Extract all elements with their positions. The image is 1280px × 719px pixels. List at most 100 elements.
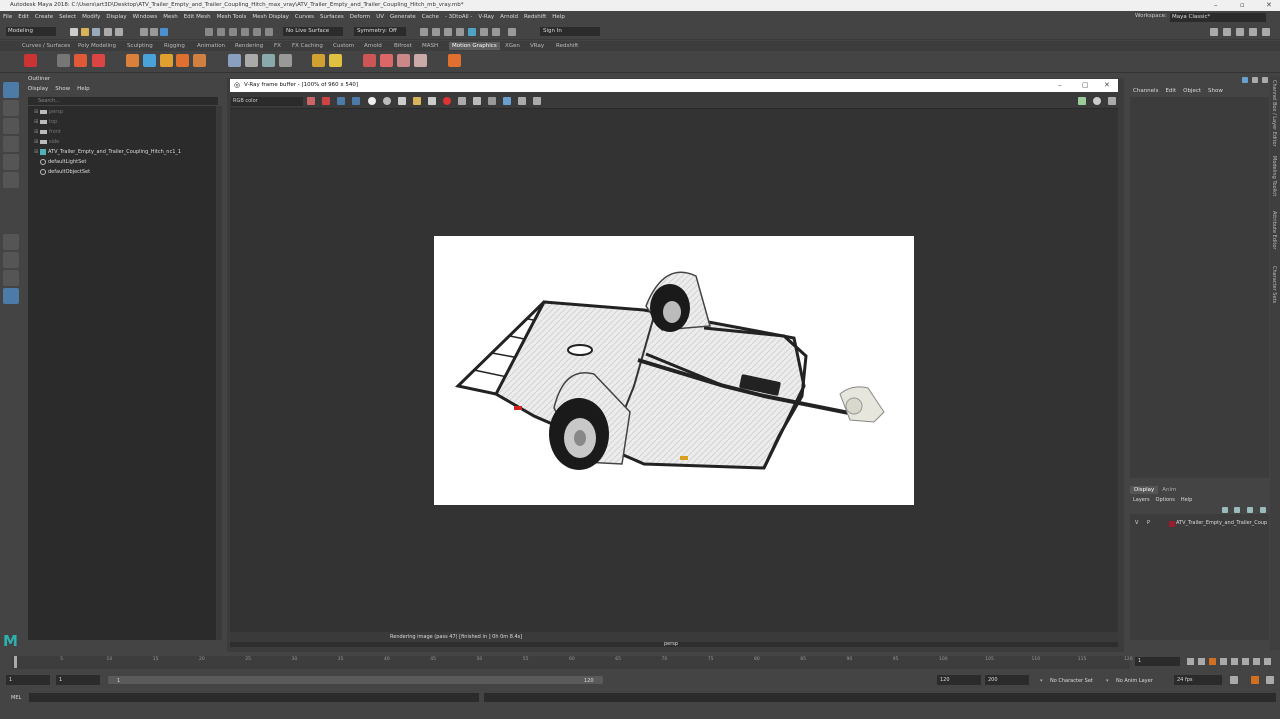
- symmetry-select[interactable]: Symmetry: Off: [354, 27, 406, 36]
- go-to-start-icon[interactable]: [1187, 658, 1194, 665]
- ms-light-icon[interactable]: [312, 54, 325, 67]
- playback-end-field[interactable]: 120: [937, 675, 981, 685]
- vfb-render-icon[interactable]: [1108, 97, 1116, 105]
- outliner-item[interactable]: defaultLightSet: [40, 158, 86, 166]
- current-frame-field[interactable]: 1: [1135, 657, 1180, 666]
- mash-distribute-icon[interactable]: [176, 54, 189, 67]
- side-tab-character-sets[interactable]: Character Sets: [1271, 266, 1277, 303]
- four-view-icon[interactable]: [3, 252, 19, 268]
- outliner-menu-help[interactable]: Help: [77, 86, 90, 92]
- snap-point-icon[interactable]: [229, 28, 237, 36]
- channel-options-icon[interactable]: [1262, 77, 1268, 83]
- layer-menu-options[interactable]: Options: [1156, 497, 1175, 503]
- shelf-settings-icon[interactable]: [24, 54, 37, 67]
- menu-arnold[interactable]: Arnold: [497, 11, 521, 23]
- channel-box-icon[interactable]: [1262, 28, 1270, 36]
- arnold-icon[interactable]: [492, 28, 500, 36]
- mash-curve-icon[interactable]: [143, 54, 156, 67]
- render-current-icon[interactable]: [432, 28, 440, 36]
- spiral-icon[interactable]: [279, 54, 292, 67]
- save-scene-icon[interactable]: [92, 28, 100, 36]
- modeling-toolkit-icon[interactable]: [1210, 28, 1218, 36]
- two-view-icon[interactable]: [3, 270, 19, 286]
- shelf-tab-redshift[interactable]: Redshift: [556, 42, 578, 50]
- outliner-item[interactable]: ⊞ front: [34, 128, 61, 136]
- type-tool-icon[interactable]: [92, 54, 105, 67]
- range-slider[interactable]: [108, 676, 603, 684]
- menu-curves[interactable]: Curves: [292, 11, 317, 23]
- menu-file[interactable]: File: [0, 11, 15, 23]
- channelbox-menu-show[interactable]: Show: [1208, 88, 1223, 94]
- step-forward-key-icon[interactable]: [1253, 658, 1260, 665]
- move-tool-icon[interactable]: [3, 136, 19, 152]
- vray-icon[interactable]: [480, 28, 488, 36]
- lasso-tool-icon[interactable]: [3, 100, 19, 116]
- auto-key-icon[interactable]: [1251, 676, 1259, 684]
- layer-row[interactable]: V P ATV_Trailer_Empty_and_Trailer_Coup: [1131, 519, 1269, 528]
- curve-warp-icon[interactable]: [245, 54, 258, 67]
- menu-cache[interactable]: Cache: [419, 11, 442, 23]
- paint-select-icon[interactable]: [3, 118, 19, 134]
- menu-surfaces[interactable]: Surfaces: [317, 11, 347, 23]
- vfb-teapot-icon[interactable]: [1078, 97, 1086, 105]
- vfb-color-correct-icon[interactable]: [518, 97, 526, 105]
- time-cursor[interactable]: [14, 656, 17, 668]
- layer-menu-layers[interactable]: Layers: [1133, 497, 1150, 503]
- shelf-tab-animation[interactable]: Animation: [197, 42, 225, 50]
- vfb-red-channel-icon[interactable]: [307, 97, 315, 105]
- shelf-tab-motion-graphics[interactable]: Motion Graphics: [449, 42, 500, 50]
- snap-live-icon[interactable]: [265, 28, 273, 36]
- vfb-close-icon[interactable]: ✕: [1104, 81, 1110, 89]
- layer-menu-help[interactable]: Help: [1181, 497, 1192, 503]
- render-view-icon[interactable]: [420, 28, 428, 36]
- vfb-alpha-channel-icon[interactable]: [352, 97, 360, 105]
- new-layer-selected-icon[interactable]: [1260, 507, 1266, 513]
- mash-repro-icon[interactable]: [193, 54, 206, 67]
- channel-sync-icon[interactable]: [1242, 77, 1248, 83]
- step-back-frame-icon[interactable]: [1209, 658, 1216, 665]
- step-back-key-icon[interactable]: [1198, 658, 1205, 665]
- fx-icon-4[interactable]: [414, 54, 427, 67]
- vfb-history-icon[interactable]: [488, 97, 496, 105]
- menu-mesh-display[interactable]: Mesh Display: [249, 11, 292, 23]
- loop-icon[interactable]: [1230, 676, 1238, 684]
- workspace-select[interactable]: Maya Classic*: [1170, 13, 1266, 22]
- fx-icon-1[interactable]: [363, 54, 376, 67]
- outliner-item[interactable]: defaultObjectSet: [40, 168, 90, 176]
- shelf-tab-fx-caching[interactable]: FX Caching: [292, 42, 323, 50]
- play-forward-icon[interactable]: [1231, 658, 1238, 665]
- outliner-search[interactable]: Search...: [28, 97, 218, 105]
- outliner-item[interactable]: ⊞ top: [34, 118, 57, 126]
- shelf-tab-sculpting[interactable]: Sculpting: [127, 42, 153, 50]
- undo-icon[interactable]: [104, 28, 112, 36]
- mash-text-icon[interactable]: [160, 54, 173, 67]
- shelf-tab-xgen[interactable]: XGen: [505, 42, 520, 50]
- menu-edit[interactable]: Edit: [15, 11, 32, 23]
- menu-generate[interactable]: Generate: [387, 11, 419, 23]
- single-view-icon[interactable]: [3, 234, 19, 250]
- menu-v-ray[interactable]: V-Ray: [475, 11, 497, 23]
- side-tab-modeling-toolkit[interactable]: Modeling Toolkit: [1271, 156, 1277, 196]
- shelf-tab-arnold[interactable]: Arnold: [364, 42, 382, 50]
- mel-label[interactable]: MEL: [11, 695, 21, 701]
- vfb-render-last-icon[interactable]: [533, 97, 541, 105]
- anim-layer-select[interactable]: No Anim Layer: [1116, 678, 1153, 684]
- layer-color-swatch[interactable]: [1169, 521, 1175, 527]
- layer-playback-toggle[interactable]: P: [1147, 519, 1150, 528]
- attribute-editor-icon[interactable]: [1236, 28, 1244, 36]
- outliner-item[interactable]: ⊞ side: [34, 138, 59, 146]
- side-tab-attribute-editor[interactable]: Attribute Editor: [1271, 211, 1277, 249]
- shelf-tab-rendering[interactable]: Rendering: [235, 42, 263, 50]
- menu-uv[interactable]: UV: [373, 11, 387, 23]
- snap-surface-icon[interactable]: [253, 28, 261, 36]
- menu-redshift[interactable]: Redshift: [521, 11, 549, 23]
- snap-grid-icon[interactable]: [205, 28, 213, 36]
- fps-select[interactable]: 24 fps: [1174, 675, 1222, 685]
- outliner-menu-display[interactable]: Display: [28, 86, 48, 92]
- live-surface-field[interactable]: No Live Surface: [283, 27, 343, 36]
- select-component-icon[interactable]: [160, 28, 168, 36]
- redo-icon[interactable]: [115, 28, 123, 36]
- add-shelf-item-icon[interactable]: [448, 54, 461, 67]
- character-controls-icon[interactable]: [1223, 28, 1231, 36]
- fx-icon-3[interactable]: [397, 54, 410, 67]
